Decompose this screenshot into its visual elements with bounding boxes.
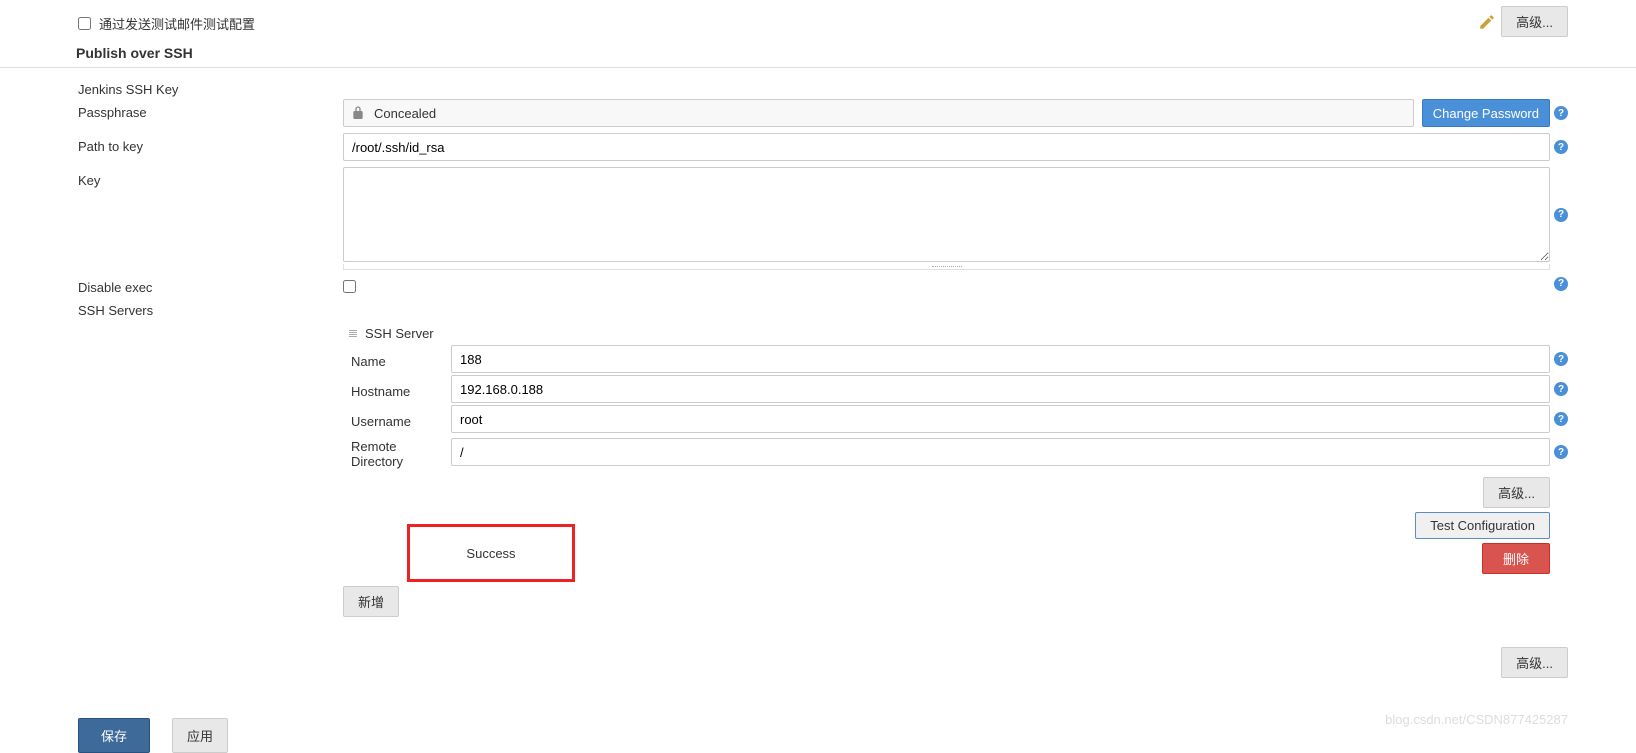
section-title: Publish over SSH bbox=[0, 39, 1636, 68]
help-icon[interactable]: ? bbox=[1554, 106, 1568, 120]
ssh-server-header: SSH Server bbox=[365, 326, 434, 341]
lock-icon bbox=[350, 105, 366, 121]
apply-button[interactable]: 应用 bbox=[172, 718, 228, 753]
passphrase-concealed-box: Concealed bbox=[343, 99, 1414, 127]
ssh-username-label: Username bbox=[351, 410, 451, 429]
jenkins-ssh-key-label: Jenkins SSH Key bbox=[78, 76, 343, 97]
help-icon[interactable]: ? bbox=[1554, 140, 1568, 154]
help-icon[interactable]: ? bbox=[1554, 382, 1568, 396]
test-configuration-button[interactable]: Test Configuration bbox=[1415, 512, 1550, 539]
advanced-top-button[interactable]: 高级... bbox=[1501, 6, 1568, 37]
key-label: Key bbox=[78, 167, 343, 188]
change-password-button[interactable]: Change Password bbox=[1422, 99, 1550, 127]
help-icon[interactable]: ? bbox=[1554, 352, 1568, 366]
ssh-name-input[interactable] bbox=[451, 345, 1550, 373]
ssh-advanced-button[interactable]: 高级... bbox=[1483, 477, 1550, 508]
test-email-checkbox[interactable] bbox=[78, 17, 91, 30]
help-icon[interactable]: ? bbox=[1554, 208, 1568, 222]
bottom-advanced-button[interactable]: 高级... bbox=[1501, 647, 1568, 678]
ssh-username-input[interactable] bbox=[451, 405, 1550, 433]
help-icon[interactable]: ? bbox=[1554, 445, 1568, 459]
disable-exec-checkbox[interactable] bbox=[343, 280, 356, 293]
ssh-remotedir-label: Remote Directory bbox=[351, 435, 451, 469]
path-to-key-label: Path to key bbox=[78, 133, 343, 154]
help-icon[interactable]: ? bbox=[1554, 277, 1568, 291]
ssh-hostname-label: Hostname bbox=[351, 380, 451, 399]
add-new-button[interactable]: 新增 bbox=[343, 586, 399, 617]
delete-button[interactable]: 删除 bbox=[1482, 543, 1550, 574]
ssh-servers-label: SSH Servers bbox=[78, 297, 343, 318]
success-message: Success bbox=[407, 524, 575, 582]
save-button[interactable]: 保存 bbox=[78, 718, 150, 753]
path-to-key-input[interactable] bbox=[343, 133, 1550, 161]
ssh-name-label: Name bbox=[351, 350, 451, 369]
key-textarea[interactable] bbox=[343, 167, 1550, 262]
passphrase-label: Passphrase bbox=[78, 99, 343, 120]
drag-handle-icon[interactable] bbox=[347, 328, 359, 339]
help-icon[interactable]: ? bbox=[1554, 412, 1568, 426]
disable-exec-label: Disable exec bbox=[78, 274, 343, 295]
test-email-label: 通过发送测试邮件测试配置 bbox=[99, 14, 255, 33]
edit-icon bbox=[1477, 12, 1497, 32]
ssh-remotedir-input[interactable] bbox=[451, 438, 1550, 466]
concealed-text: Concealed bbox=[374, 106, 436, 121]
resize-handle[interactable] bbox=[343, 264, 1550, 270]
watermark: blog.csdn.net/CSDN877425287 bbox=[1385, 712, 1568, 727]
ssh-hostname-input[interactable] bbox=[451, 375, 1550, 403]
